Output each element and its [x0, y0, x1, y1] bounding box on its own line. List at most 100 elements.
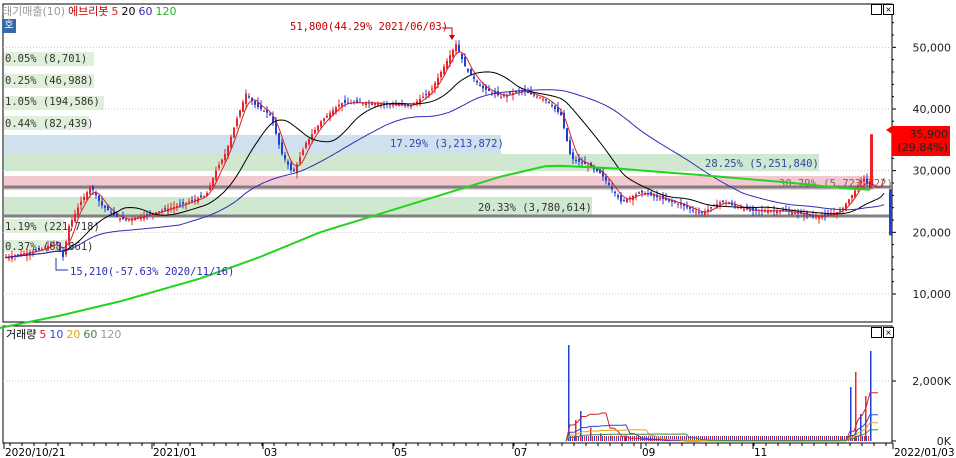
candle-body — [626, 198, 628, 203]
candle-body — [803, 214, 805, 217]
candle-body — [551, 105, 553, 107]
ma60-legend[interactable]: 60 — [139, 5, 153, 18]
candle-body — [473, 76, 475, 79]
price-panel-close-button[interactable]: × — [883, 4, 894, 15]
candle-body — [293, 169, 295, 172]
ma5-legend[interactable]: 5 — [112, 5, 119, 18]
candle-body — [101, 201, 103, 206]
volume-profile-label-5: 28.25% (5,251,840) — [705, 158, 819, 170]
vol-ma60-legend[interactable]: 60 — [83, 328, 97, 341]
candle-body — [866, 178, 868, 183]
candle-body — [110, 212, 112, 214]
volume-bar-small — [604, 436, 605, 441]
volume-bar-small — [580, 436, 581, 441]
candle-body — [179, 204, 181, 206]
candle-body — [425, 94, 427, 96]
x-axis-label: 09 — [642, 447, 655, 458]
volume-profile-label-2: 1.05% (194,586) — [5, 96, 100, 108]
candle-body — [83, 196, 85, 201]
volume-bar-small — [606, 436, 607, 441]
candle-body — [659, 198, 661, 200]
candle-body — [815, 216, 817, 218]
vol-ma10-legend[interactable]: 10 — [49, 328, 63, 341]
volume-panel-maximize-button[interactable] — [871, 327, 882, 338]
candle-body — [842, 207, 844, 209]
candle-body — [80, 201, 82, 206]
panel-badge-box[interactable]: 호 — [2, 19, 16, 33]
candle-body — [119, 218, 121, 220]
candle-body — [458, 44, 460, 52]
candle-body — [839, 210, 841, 212]
candle-body — [305, 142, 307, 148]
price-panel-maximize-button[interactable] — [871, 4, 882, 15]
candle-body — [509, 92, 511, 94]
volume-profile-label-4: 17.29% (3,213,872) — [390, 138, 504, 150]
candle-body — [710, 207, 712, 209]
candle-body — [548, 101, 550, 103]
volume-profile-label-8: 1.19% (221,718) — [5, 221, 100, 233]
volume-panel-frame — [2, 325, 893, 444]
candle-body — [164, 208, 166, 210]
volume-bar-small — [744, 436, 745, 441]
volume-bar-small — [618, 436, 619, 441]
candle-body — [314, 129, 316, 134]
indicator-name[interactable]: 태기매출(10) — [2, 3, 65, 19]
candle-body — [500, 96, 502, 98]
candle-body — [230, 136, 232, 148]
candle-body — [824, 214, 826, 216]
volume-panel-close-button[interactable]: × — [883, 327, 894, 338]
candle-body — [218, 165, 220, 169]
candle-body — [320, 121, 322, 127]
candle-body — [482, 85, 484, 89]
candle-body — [269, 113, 271, 115]
candle-body — [302, 150, 304, 156]
candle-body — [812, 215, 814, 217]
volume-label[interactable]: 거래량 — [6, 326, 36, 342]
price-axis-label: 40,000 — [913, 103, 952, 116]
candle-body — [575, 159, 577, 161]
candle-body — [533, 94, 535, 96]
candle-body — [569, 140, 571, 155]
candle-body — [422, 96, 424, 98]
candle-body — [44, 247, 46, 249]
x-axis-label: 05 — [394, 447, 407, 458]
candle-body — [677, 203, 679, 205]
candle-body — [128, 219, 130, 221]
candle-body — [233, 127, 235, 138]
candle-body — [377, 103, 379, 106]
candle-body — [467, 69, 469, 72]
candle-body — [317, 125, 319, 131]
volume-bar-small — [614, 436, 615, 441]
vol-ma20-legend[interactable]: 20 — [66, 328, 80, 341]
candle-body — [257, 102, 259, 108]
vol-ma120-legend[interactable]: 120 — [100, 328, 121, 341]
candle-body — [860, 180, 862, 184]
candle-body — [50, 243, 52, 245]
candle-body — [239, 110, 241, 117]
last-price-change: (29.84%) — [897, 141, 948, 154]
volume-bar-small — [746, 436, 747, 441]
candle-body — [452, 49, 454, 57]
volume-bar-small — [600, 436, 601, 441]
candle-body — [572, 152, 574, 160]
candle-body — [605, 176, 607, 181]
ma120-legend[interactable]: 120 — [156, 5, 177, 18]
stock-name[interactable]: 에브리봇 — [68, 3, 108, 19]
volume-profile-band-1 — [4, 154, 819, 171]
candle-body — [809, 214, 811, 216]
candle-body — [743, 208, 745, 211]
candle-body — [641, 190, 643, 193]
candle-body — [698, 212, 700, 214]
vol-ma5-legend[interactable]: 5 — [39, 328, 46, 341]
candle-body — [749, 209, 751, 211]
volume-bar-small — [758, 436, 759, 441]
volume-legend: 거래량 5 10 20 60 120 — [6, 326, 121, 342]
volume-profile-label-7: 20.33% (3,780,614) — [478, 202, 592, 214]
volume-bar-small — [572, 436, 573, 441]
volume-profile-label-1: 0.25% (46,988) — [5, 75, 94, 87]
x-axis-label: 11 — [754, 447, 767, 458]
candle-body — [791, 212, 793, 215]
candle-body — [278, 133, 280, 145]
candle-body — [242, 101, 244, 112]
ma20-legend[interactable]: 20 — [122, 5, 136, 18]
